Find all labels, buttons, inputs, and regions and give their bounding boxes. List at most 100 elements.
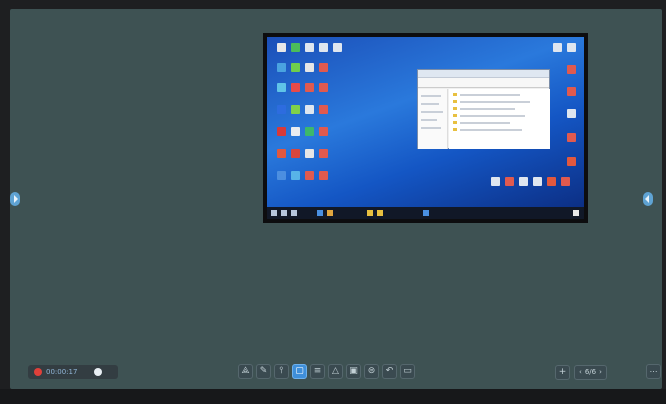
tool-pen-button[interactable]: ✎ [256, 364, 271, 379]
desktop-icon [567, 109, 576, 118]
chevron-left-icon [14, 195, 18, 203]
desktop-icon [319, 63, 328, 72]
tool-text-button[interactable]: ≡ [310, 364, 325, 379]
file-row [460, 94, 520, 96]
desktop-icon [305, 127, 314, 136]
file-row [460, 129, 522, 131]
tool-select-button[interactable]: ⟁ [238, 364, 253, 379]
taskbar-icon [327, 210, 333, 216]
taskbar-icon [377, 210, 383, 216]
file-row [460, 108, 515, 110]
add-page-button[interactable]: + [555, 364, 570, 380]
desktop-icon [567, 43, 576, 52]
taskbar-icon [367, 210, 373, 216]
desktop-icon [319, 43, 328, 52]
folder-icon [453, 100, 457, 103]
page-nav: + ‹ 6/6 › [555, 364, 607, 380]
desktop-icon [553, 43, 562, 52]
nav-row [421, 119, 437, 121]
desktop-icon [305, 63, 314, 72]
desktop-icon [277, 83, 286, 92]
next-page-icon[interactable]: › [599, 368, 602, 376]
folder-icon [453, 93, 457, 96]
desktop-icon [291, 127, 300, 136]
tool-image-button[interactable]: ▣ [346, 364, 361, 379]
desktop-icon [277, 149, 286, 158]
window-ribbon [418, 78, 549, 88]
tool-group: ⟁ ✎ ⫯ ▢ ≡ △ ▣ ⊜ ↶ ▭ [238, 364, 415, 380]
desktop-icon [291, 43, 300, 52]
taskbar-icon [423, 210, 429, 216]
desktop-icon [547, 177, 556, 186]
tool-undo-button[interactable]: ↶ [382, 364, 397, 379]
menu-button[interactable]: ⋯ [646, 364, 661, 379]
recording-toggle[interactable] [94, 368, 102, 376]
file-explorer-window [417, 69, 550, 149]
desktop-icon [305, 83, 314, 92]
window-titlebar [418, 70, 549, 78]
tool-shape-button[interactable]: △ [328, 364, 343, 379]
desktop-icon [305, 105, 314, 114]
desktop-icon [505, 177, 514, 186]
next-page-side-button[interactable] [643, 192, 653, 206]
start-icon [271, 210, 277, 216]
file-row [460, 122, 510, 124]
desktop-icon [277, 171, 286, 180]
nav-row [421, 111, 443, 113]
folder-icon [453, 114, 457, 117]
nav-row [421, 127, 441, 129]
desktop-icon [305, 149, 314, 158]
shared-desktop [267, 37, 584, 207]
taskbar-icon [281, 210, 287, 216]
desktop-icon [291, 149, 300, 158]
desktop-icon [277, 43, 286, 52]
desktop-icon [533, 177, 542, 186]
desktop-icon [291, 105, 300, 114]
desktop-icon [519, 177, 528, 186]
nav-row [421, 95, 441, 97]
desktop-icon [491, 177, 500, 186]
desktop-icon [277, 127, 286, 136]
desktop-icon [319, 105, 328, 114]
bezel-bottom-strip [0, 389, 666, 404]
whiteboard-toolbar: 00:00:17 ⟁ ✎ ⫯ ▢ ≡ △ ▣ ⊜ ↶ ▭ + ‹ 6/6 › ⋯ [0, 361, 666, 383]
screen-share-window[interactable] [263, 33, 588, 223]
recording-control[interactable]: 00:00:17 [28, 365, 118, 379]
page-indicator: 6/6 [584, 368, 597, 376]
desktop-icon [319, 171, 328, 180]
tool-clear-button[interactable]: ⊜ [364, 364, 379, 379]
taskbar-icon [291, 210, 297, 216]
desktop-icon [319, 83, 328, 92]
chevron-right-icon [645, 195, 649, 203]
file-row [460, 101, 530, 103]
file-row [460, 115, 525, 117]
folder-icon [453, 128, 457, 131]
desktop-icon [567, 65, 576, 74]
page-pager[interactable]: ‹ 6/6 › [574, 364, 607, 380]
desktop-icon [291, 171, 300, 180]
prev-page-icon[interactable]: ‹ [579, 368, 582, 376]
desktop-icon [567, 133, 576, 142]
taskbar-icon [317, 210, 323, 216]
window-file-list [449, 89, 550, 149]
window-nav-pane [418, 89, 448, 149]
recording-time: 00:00:17 [46, 368, 78, 376]
prev-page-side-button[interactable] [10, 192, 20, 206]
tool-eraser-button[interactable]: ▢ [292, 364, 307, 379]
tool-redo-button[interactable]: ▭ [400, 364, 415, 379]
desktop-icon [291, 63, 300, 72]
desktop-icon [561, 177, 570, 186]
tool-brush-button[interactable]: ⫯ [274, 364, 289, 379]
notification-icon [573, 210, 579, 216]
desktop-icon [333, 43, 342, 52]
desktop-icon [305, 43, 314, 52]
desktop-icon [319, 149, 328, 158]
record-icon[interactable] [34, 368, 42, 376]
desktop-icon [305, 171, 314, 180]
desktop-icon [277, 105, 286, 114]
folder-icon [453, 107, 457, 110]
desktop-icon [291, 83, 300, 92]
nav-row [421, 103, 439, 105]
desktop-icon [567, 87, 576, 96]
shared-taskbar [267, 207, 584, 219]
